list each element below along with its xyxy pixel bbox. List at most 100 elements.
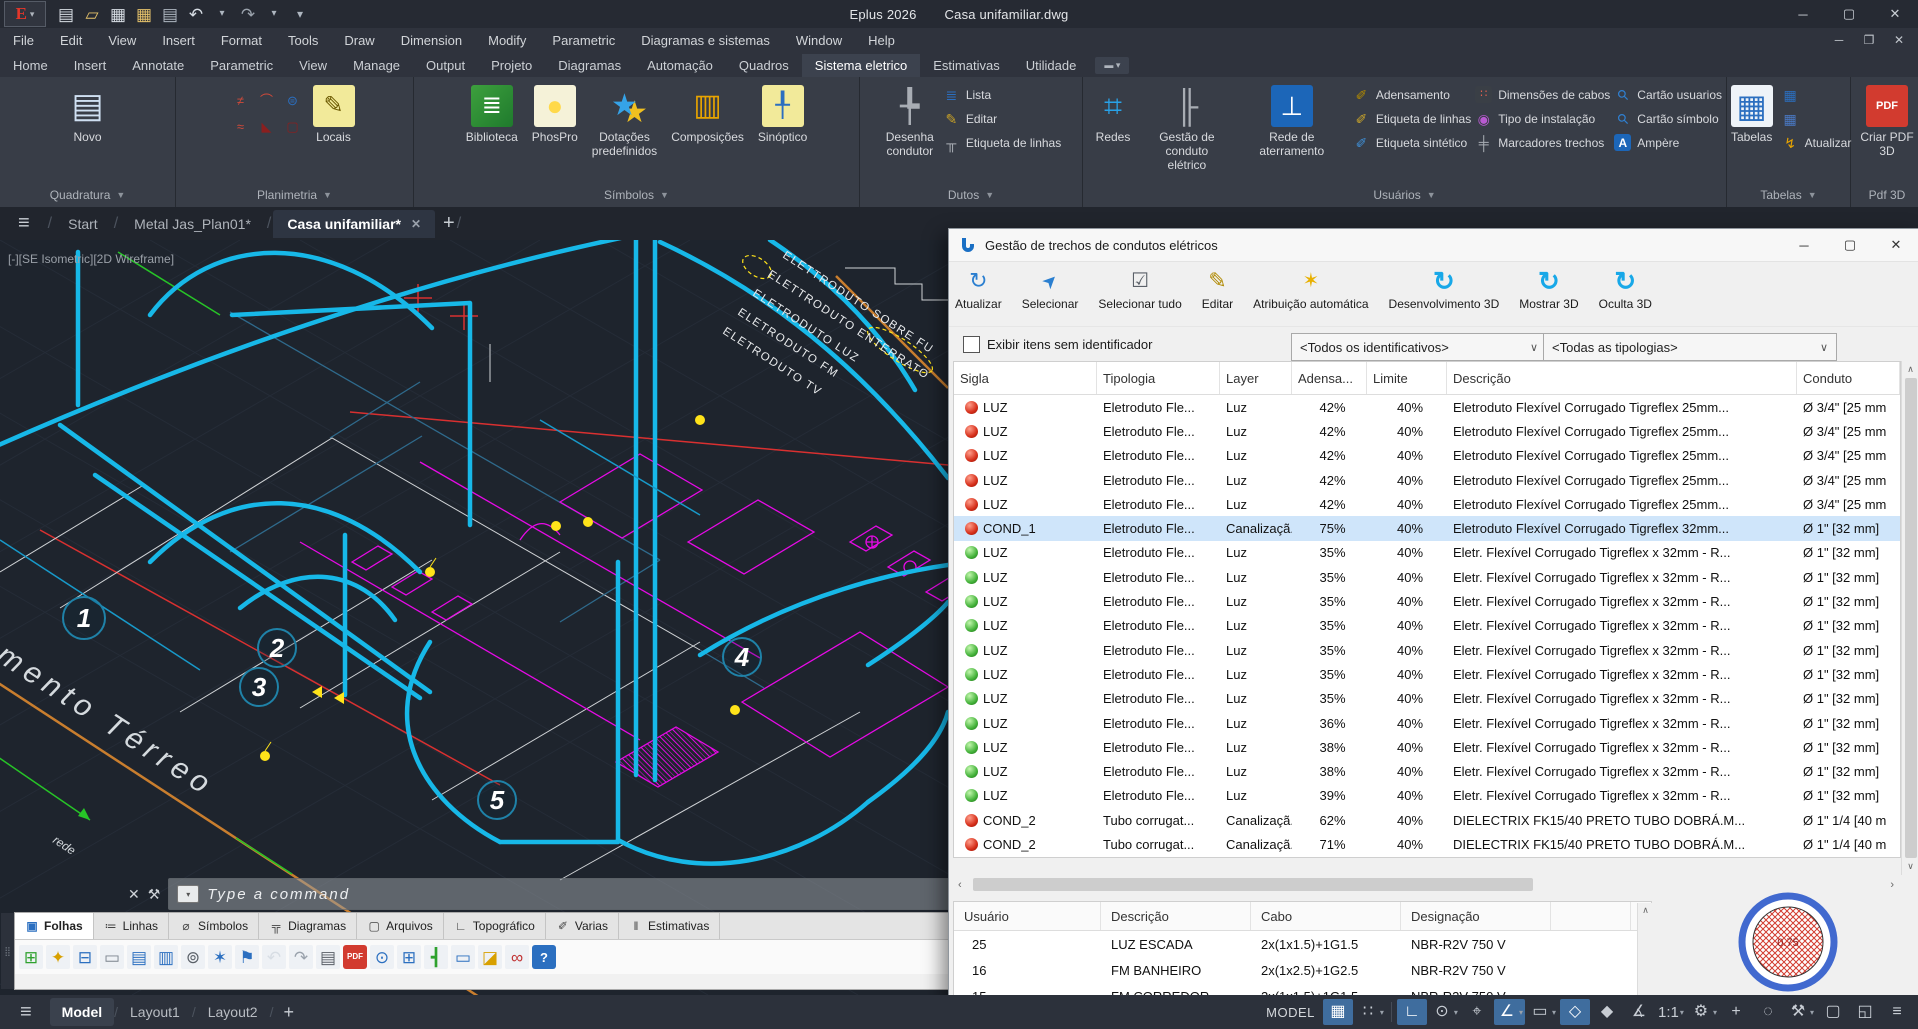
subtable-header[interactable]: UsuárioDescriçãoCaboDesignação — [954, 902, 1651, 931]
ribbon-tab-home[interactable]: Home — [0, 54, 61, 77]
new-file-icon[interactable]: ▤ — [54, 2, 78, 26]
measure-icon[interactable]: ≈ — [230, 115, 252, 137]
ribbon-button-atualizar[interactable]: ↯Atualizar — [1782, 134, 1852, 151]
table-header[interactable]: SiglaTipologiaLayerAdensa...LimiteDescri… — [954, 362, 1900, 395]
table-row[interactable]: LUZEletroduto Fle...Luz42%40%Eletroduto … — [954, 444, 1900, 468]
menu-item-parametric[interactable]: Parametric — [539, 28, 628, 52]
status-osnap-toggle[interactable]: ◇ — [1560, 999, 1590, 1025]
ribbon-button-table-save-icon[interactable]: ▦ — [1782, 110, 1852, 127]
ribbon-tab-quadros[interactable]: Quadros — [726, 54, 802, 77]
ribbon-button-novo[interactable]: ▤Novo — [62, 83, 114, 147]
ribbon-panel-label[interactable]: Planimetria▼ — [176, 183, 413, 207]
chevron-down-icon[interactable]: ▾ — [210, 2, 234, 26]
ribbon-button-marcadores-trechos[interactable]: ╪Marcadores trechos — [1475, 134, 1610, 151]
status-ortho-toggle[interactable]: ∟ — [1397, 999, 1427, 1025]
child-minimize-button[interactable]: ─ — [1824, 29, 1854, 51]
dialog-button-atribuição-automática[interactable]: ✶Atribuição automática — [1253, 268, 1368, 311]
subcolumn-header-designação[interactable]: Designação — [1401, 902, 1551, 930]
ribbon-button-adensamento[interactable]: ✐Adensamento — [1353, 86, 1471, 103]
ribbon-button-etiqueta-sintético[interactable]: ✐Etiqueta sintético — [1353, 134, 1471, 151]
slope-icon[interactable]: ◣ — [256, 115, 278, 137]
scroll-down-icon[interactable]: ∨ — [1907, 861, 1914, 872]
scroll-right-icon[interactable]: › — [1885, 879, 1899, 891]
properties-icon[interactable]: ▥ — [154, 945, 178, 969]
sheets-save-icon[interactable]: ⊟ — [73, 945, 97, 969]
status-snap-toggle[interactable]: ∷▾ — [1355, 999, 1386, 1025]
plot-icon[interactable]: ▤ — [158, 2, 182, 26]
adjust-icon[interactable]: ┫ — [424, 945, 448, 969]
ribbon-button-tabelas[interactable]: ▦Tabelas — [1726, 83, 1778, 147]
table-row[interactable]: LUZEletroduto Fle...Luz35%40%Eletr. Flex… — [954, 687, 1900, 711]
bookmark-icon[interactable]: ⚑ — [235, 945, 259, 969]
ribbon-button-locais[interactable]: ✎Locais — [308, 83, 360, 147]
subcolumn-header-usuário[interactable]: Usuário — [954, 902, 1101, 930]
drawing-viewport[interactable]: [-][SE Isometric][2D Wireframe] — [0, 240, 948, 995]
ribbon-panel-label[interactable]: Quadratura▼ — [0, 183, 175, 207]
panel-tab-arquivos[interactable]: ▢Arquivos — [357, 913, 444, 939]
ribbon-tab-sistema-eletrico[interactable]: Sistema eletrico — [802, 54, 920, 77]
scroll-up-icon[interactable]: ∧ — [1642, 905, 1649, 916]
dialog-button-oculta-3d[interactable]: ↻Oculta 3D — [1599, 268, 1652, 311]
open-folder-icon[interactable]: ▱ — [80, 2, 104, 26]
table-row[interactable]: LUZEletroduto Fle...Luz36%40%Eletr. Flex… — [954, 711, 1900, 735]
ribbon-tab-insert[interactable]: Insert — [61, 54, 120, 77]
command-history-icon[interactable]: ▾ — [177, 885, 199, 903]
panel-grip-handle[interactable]: ⣿ — [1, 913, 14, 989]
ribbon-button-dotações-predefinidos[interactable]: ★Dotações predefinidos — [587, 83, 662, 161]
status-graphics-toggle[interactable]: ▢ — [1818, 999, 1848, 1025]
status-snaptrack-toggle[interactable]: ∡ — [1624, 999, 1654, 1025]
ribbon-button-rede-de-aterramento[interactable]: ⊥Rede de aterramento — [1235, 83, 1349, 161]
app-logo-button[interactable]: E▾ — [4, 1, 46, 27]
table-row[interactable]: LUZEletroduto Fle...Luz35%40%Eletr. Flex… — [954, 662, 1900, 686]
typology-filter-select[interactable]: <Todas as tipologias> ∨ — [1543, 333, 1837, 361]
ribbon-tab-projeto[interactable]: Projeto — [478, 54, 545, 77]
table-row[interactable]: LUZEletroduto Fle...Luz35%40%Eletr. Flex… — [954, 541, 1900, 565]
column-header-adensa[interactable]: Adensa... — [1292, 362, 1367, 394]
dialog-close-button[interactable]: ✕ — [1873, 229, 1918, 261]
identifier-filter-select[interactable]: <Todos os identificativos> ∨ — [1291, 333, 1547, 361]
status-isodraft-toggle[interactable]: ∠▾ — [1494, 999, 1525, 1025]
status-isolate-toggle[interactable]: ◌ — [1753, 999, 1783, 1025]
panel-tab-folhas[interactable]: ▣Folhas — [15, 913, 94, 939]
sheet-new-icon[interactable]: ⊞ — [19, 945, 43, 969]
child-restore-button[interactable]: ❐ — [1854, 29, 1884, 51]
menu-item-edit[interactable]: Edit — [47, 28, 95, 52]
tab-layout1[interactable]: Layout1 — [118, 998, 192, 1026]
ribbon-tab-diagramas[interactable]: Diagramas — [545, 54, 634, 77]
tiles-icon[interactable]: ⊞ — [397, 945, 421, 969]
rect-icon[interactable]: ▢ — [282, 115, 304, 137]
subcolumn-header-descrição[interactable]: Descrição — [1101, 902, 1251, 930]
ribbon-panel-label[interactable]: Usuários▼ — [1083, 183, 1726, 207]
copy-sheet-icon[interactable]: ▤ — [127, 945, 151, 969]
undo-icon[interactable]: ↶ — [184, 2, 208, 26]
ribbon-button-tipo-de-instalação[interactable]: ◉Tipo de instalação — [1475, 110, 1610, 127]
ribbon-button-cartão-usuarios[interactable]: ⚲Cartão usuarios — [1614, 86, 1722, 103]
fence-icon[interactable]: ≠ — [230, 89, 252, 111]
link-icon[interactable]: ∞ — [505, 945, 529, 969]
dialog-button-selecionar[interactable]: ➤Selecionar — [1022, 268, 1079, 311]
chevron-down-icon[interactable]: ▾ — [262, 2, 286, 26]
ribbon-panel-label[interactable]: Símbolos▼ — [414, 183, 859, 207]
arc-red-icon[interactable]: ⌒ — [256, 89, 278, 111]
ribbon-options-button[interactable]: ▬ ▾ — [1095, 57, 1129, 74]
column-header-limite[interactable]: Limite — [1367, 362, 1447, 394]
table-row[interactable]: LUZEletroduto Fle...Luz38%40%Eletr. Flex… — [954, 759, 1900, 783]
menu-item-window[interactable]: Window — [783, 28, 855, 52]
ribbon-button-redes[interactable]: ⌗Redes — [1087, 83, 1139, 147]
menu-item-modify[interactable]: Modify — [475, 28, 539, 52]
subcolumn-header-cabo[interactable]: Cabo — [1251, 902, 1401, 930]
subtable-row[interactable]: 16FM BANHEIRO2x(1x2.5)+1G2.5NBR-R2V 750 … — [954, 957, 1651, 983]
ribbon-panel-label[interactable]: Tabelas▼ — [1727, 183, 1850, 207]
menu-item-draw[interactable]: Draw — [331, 28, 387, 52]
table-row[interactable]: LUZEletroduto Fle...Luz35%40%Eletr. Flex… — [954, 565, 1900, 589]
tab-model[interactable]: Model — [50, 998, 114, 1026]
menu-item-file[interactable]: File — [0, 28, 47, 52]
subtable-vertical-scrollbar[interactable]: ∧ ∨ — [1637, 903, 1653, 1002]
wizard-icon[interactable]: ✶ — [208, 945, 232, 969]
table-row[interactable]: LUZEletroduto Fle...Luz42%40%Eletroduto … — [954, 468, 1900, 492]
ribbon-button-phospro[interactable]: ●PhosPro — [527, 83, 583, 147]
show-unidentified-checkbox[interactable]: Exibir itens sem identificador — [963, 336, 1152, 353]
scroll-left-icon[interactable]: ‹ — [953, 879, 967, 891]
ribbon-tab-view[interactable]: View — [286, 54, 340, 77]
frame-icon[interactable]: ▭ — [451, 945, 475, 969]
